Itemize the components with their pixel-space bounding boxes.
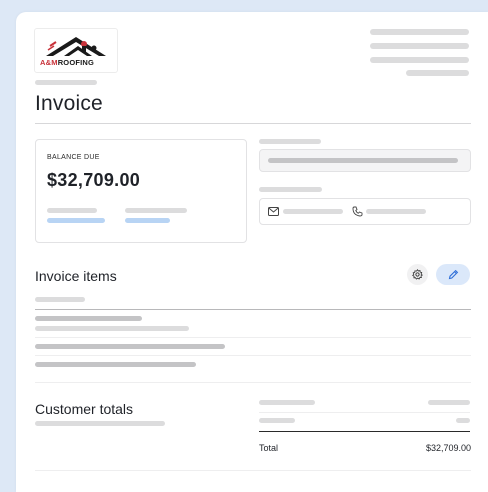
customer-label-placeholder xyxy=(259,139,321,144)
settings-button[interactable] xyxy=(407,264,428,285)
contact-field[interactable] xyxy=(259,198,471,225)
balance-due-label: BALANCE DUE xyxy=(47,154,100,161)
issued-date-value-placeholder xyxy=(125,218,170,223)
subtotal-label-placeholder xyxy=(259,400,315,405)
logo-wordmark-suffix: ROOFING xyxy=(57,58,95,67)
customer-field[interactable] xyxy=(259,149,471,172)
email-placeholder xyxy=(283,209,343,214)
balance-due-card: BALANCE DUE $32,709.00 xyxy=(35,139,247,243)
edit-items-button[interactable] xyxy=(436,264,470,285)
due-date-value-placeholder xyxy=(47,218,105,223)
item-name-placeholder xyxy=(35,362,196,367)
phone-placeholder xyxy=(366,209,426,214)
item-name-placeholder xyxy=(35,316,142,321)
total-label: Total xyxy=(259,443,279,453)
invoice-card: A&MROOFING Invoice BALANCE DUE $32,709.0… xyxy=(16,12,488,492)
invoice-number-placeholder xyxy=(35,80,97,85)
company-address-line xyxy=(370,57,469,63)
issued-date-label-placeholder xyxy=(125,208,187,213)
tax-label-placeholder xyxy=(259,418,295,423)
totals-divider xyxy=(259,412,470,413)
item-description-placeholder xyxy=(35,326,189,331)
company-address-line xyxy=(370,43,469,49)
invoice-items-title: Invoice items xyxy=(35,268,117,284)
page-title: Invoice xyxy=(35,92,103,115)
title-divider xyxy=(35,123,471,124)
items-end-divider xyxy=(35,382,471,383)
balance-due-value: $32,709.00 xyxy=(47,170,141,190)
company-address-line xyxy=(406,70,469,76)
roof-logo-icon xyxy=(46,37,106,56)
company-logo: A&MROOFING xyxy=(34,28,118,73)
total-value: $32,709.00 xyxy=(425,443,471,453)
customer-name-placeholder xyxy=(268,158,458,163)
item-name-placeholder xyxy=(35,344,225,349)
pencil-icon xyxy=(448,269,458,280)
logo-wordmark: A&MROOFING xyxy=(40,58,114,67)
footer-divider xyxy=(35,470,471,471)
tax-value-placeholder xyxy=(456,418,470,423)
gear-icon xyxy=(412,269,423,280)
logo-wordmark-prefix: A&M xyxy=(40,58,58,67)
envelope-icon xyxy=(268,207,279,216)
phone-icon xyxy=(352,206,363,217)
customer-totals-title: Customer totals xyxy=(35,401,134,417)
subtotal-value-placeholder xyxy=(428,400,470,405)
items-header-divider xyxy=(35,309,471,310)
contact-label-placeholder xyxy=(259,187,322,192)
due-date-label-placeholder xyxy=(47,208,97,213)
items-column-header-placeholder xyxy=(35,297,85,302)
row-divider xyxy=(35,355,471,356)
total-divider xyxy=(259,431,470,432)
company-address-line xyxy=(370,29,469,35)
row-divider xyxy=(35,337,471,338)
totals-note-placeholder xyxy=(35,421,165,426)
